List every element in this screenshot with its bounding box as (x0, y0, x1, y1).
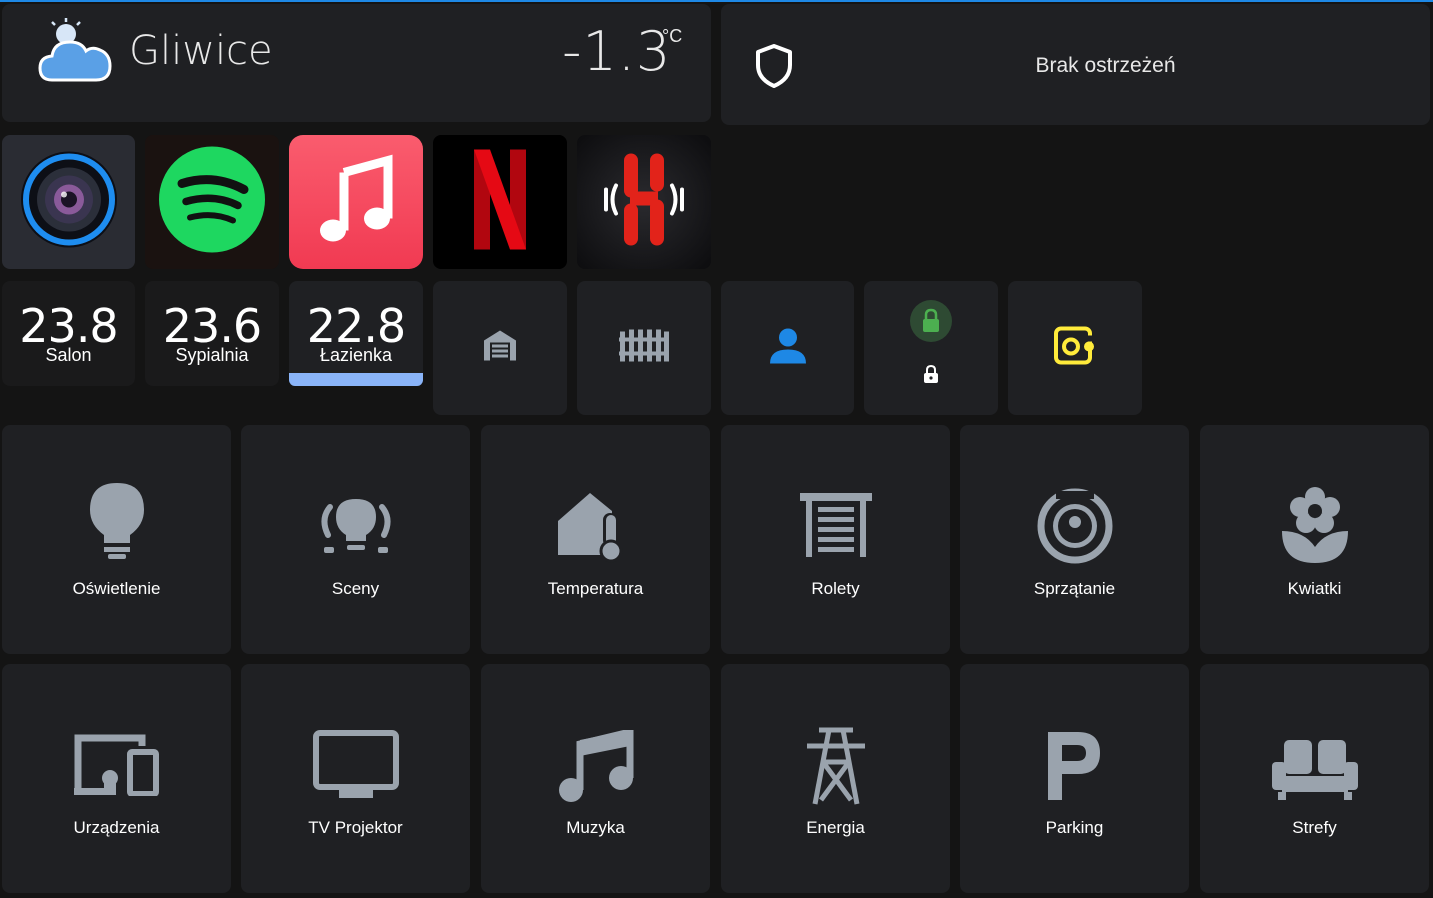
temp-room-name: Salon (45, 345, 92, 365)
tile-strefy[interactable]: Strefy (1200, 664, 1429, 893)
scenes-lightbulb-icon (316, 497, 396, 562)
quick-tile-vacuum[interactable] (1008, 281, 1142, 415)
lock-icon (923, 364, 939, 388)
temp-tile-salon[interactable]: 23.8 Salon (2, 281, 135, 386)
temp-room-name: Łazienka (319, 345, 393, 365)
alerts-text: Brak ostrzeżeń (1035, 54, 1176, 77)
quick-tile-person[interactable] (721, 281, 854, 415)
quick-tile-garage[interactable] (433, 281, 567, 415)
transmission-tower-icon (805, 726, 867, 811)
alerts-card[interactable]: Brak ostrzeżeń (721, 4, 1430, 125)
person-icon (769, 328, 806, 369)
radio-waves-icon (594, 150, 694, 255)
parking-icon (1047, 732, 1102, 805)
lock-status-badge (910, 300, 952, 342)
temp-tile-lazienka[interactable]: 22.8 Łazienka (289, 281, 423, 386)
tile-label: Sprzątanie (1033, 579, 1116, 598)
temp-tile-sypialnia[interactable]: 23.6 Sypialnia (145, 281, 279, 386)
tile-parking[interactable]: Parking (960, 664, 1189, 893)
tile-urzadzenia[interactable]: Urządzenia (2, 664, 231, 893)
music-note-icon (316, 154, 396, 250)
tv-icon (312, 730, 399, 805)
tile-energia[interactable]: Energia (721, 664, 950, 893)
tile-label: Muzyka (566, 818, 625, 837)
app-tile-spotify[interactable] (145, 135, 279, 269)
tile-oswietlenie[interactable]: Oświetlenie (2, 425, 231, 654)
tile-label: TV Projektor (308, 818, 403, 837)
tile-rolety[interactable]: Rolety (721, 425, 950, 654)
lightbulb-icon (88, 481, 146, 564)
top-accent-line (0, 0, 1433, 2)
roller-shade-icon (799, 493, 872, 562)
tile-kwiatki[interactable]: Kwiatki (1200, 425, 1429, 654)
music-icon (558, 727, 634, 807)
tile-temperatura[interactable]: Temperatura (481, 425, 710, 654)
tile-label: Sceny (331, 579, 380, 598)
sofa-icon (1271, 738, 1358, 805)
tile-label: Oświetlenie (72, 579, 161, 598)
temp-indicator-bar (289, 373, 423, 386)
spotify-icon (158, 146, 266, 259)
cloud-sun-icon (38, 18, 114, 87)
app-tile-radio[interactable] (577, 135, 711, 269)
tile-tv-projektor[interactable]: TV Projektor (241, 664, 470, 893)
tile-sprzatanie[interactable]: Sprzątanie (960, 425, 1189, 654)
app-tile-camera[interactable] (2, 135, 135, 269)
tile-label: Temperatura (547, 579, 644, 598)
camera-lens-icon (19, 150, 119, 255)
tile-label: Parking (1045, 818, 1104, 837)
devices-icon (73, 734, 160, 801)
quick-tile-gate[interactable] (577, 281, 711, 415)
quick-tile-lock[interactable] (864, 281, 998, 415)
app-tile-apple-music[interactable] (289, 135, 423, 269)
robot-vacuum-icon (1053, 326, 1097, 371)
flower-icon (1280, 485, 1350, 570)
weather-temperature: -1.3 (562, 20, 672, 83)
garage-icon (482, 329, 518, 368)
tile-label: Strefy (1292, 818, 1337, 837)
gate-icon (619, 329, 669, 367)
netflix-icon (472, 149, 528, 255)
weather-unit: °C (662, 26, 683, 46)
temp-room-name: Sypialnia (175, 345, 249, 365)
robot-vacuum-round-icon (1036, 487, 1114, 570)
weather-card[interactable]: Gliwice -1.3 °C (2, 4, 711, 122)
tile-muzyka[interactable]: Muzyka (481, 664, 710, 893)
home-thermometer-icon (556, 491, 636, 568)
tile-label: Urządzenia (73, 818, 160, 837)
weather-city: Gliwice (129, 28, 273, 74)
tile-label: Rolety (811, 579, 860, 598)
tile-label: Kwiatki (1287, 579, 1342, 598)
app-tile-netflix[interactable] (433, 135, 567, 269)
tile-label: Energia (806, 818, 865, 837)
tile-sceny[interactable]: Sceny (241, 425, 470, 654)
